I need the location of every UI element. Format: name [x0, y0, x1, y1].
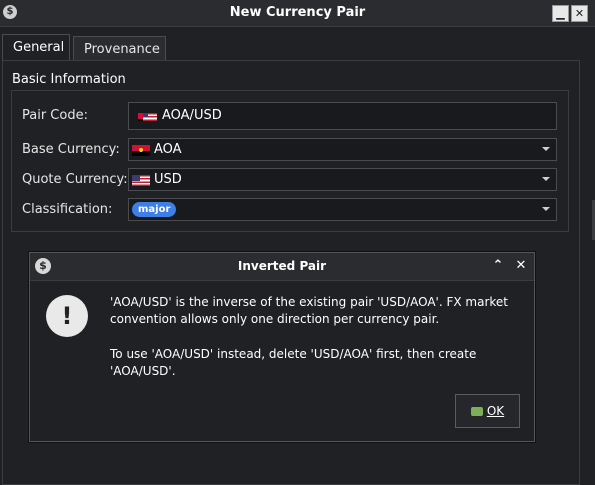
dialog-message-primary: 'AOA/USD' is the inverse of the existing…	[110, 295, 509, 326]
dialog-titlebar: $ Inverted Pair ⌃ ✕	[30, 253, 534, 281]
window-titlebar: $ New Currency Pair ▁ ✕	[0, 0, 595, 27]
basic-information-title: Basic Information	[12, 72, 126, 87]
pair-code-label: Pair Code:	[22, 108, 88, 123]
ok-button-label: OK	[486, 404, 505, 418]
angola-flag-icon	[132, 145, 150, 156]
dialog-title: Inverted Pair	[237, 259, 327, 273]
chevron-down-icon[interactable]	[542, 207, 550, 211]
pair-code-field[interactable]: AOA/USD	[128, 102, 557, 130]
tab-general[interactable]: General	[2, 34, 70, 61]
warning-icon: !	[46, 295, 88, 337]
chevron-down-icon[interactable]	[542, 147, 550, 151]
inverted-pair-dialog: $ Inverted Pair ⌃ ✕ ! 'AOA/USD' is the i…	[29, 252, 535, 442]
classification-combo[interactable]: major	[128, 198, 557, 221]
window-title: New Currency Pair	[229, 5, 366, 20]
quote-currency-label: Quote Currency:	[22, 172, 128, 187]
close-button[interactable]: ✕	[571, 5, 588, 22]
quote-currency-value: USD	[154, 172, 182, 187]
dialog-message-secondary: To use 'AOA/USD' instead, delete 'USD/AO…	[110, 347, 477, 378]
tab-provenance[interactable]: Provenance	[73, 36, 166, 61]
minimize-button[interactable]: ▁	[552, 5, 569, 22]
ok-button[interactable]: OK	[455, 394, 520, 428]
usa-flag-icon	[132, 175, 150, 186]
dialog-close-button[interactable]: ✕	[513, 258, 529, 274]
base-currency-label: Base Currency:	[22, 142, 120, 157]
base-currency-combo[interactable]: AOA	[128, 138, 557, 161]
chevron-down-icon[interactable]	[542, 177, 550, 181]
classification-badge: major	[132, 202, 177, 217]
classification-label: Classification:	[22, 202, 113, 217]
collapse-icon[interactable]: ⌃	[490, 258, 506, 274]
base-currency-value: AOA	[154, 142, 182, 157]
pair-code-value: AOA/USD	[162, 108, 222, 123]
usa-flag-icon	[143, 113, 157, 121]
quote-currency-combo[interactable]: USD	[128, 168, 557, 191]
ok-hand-icon	[470, 407, 483, 416]
